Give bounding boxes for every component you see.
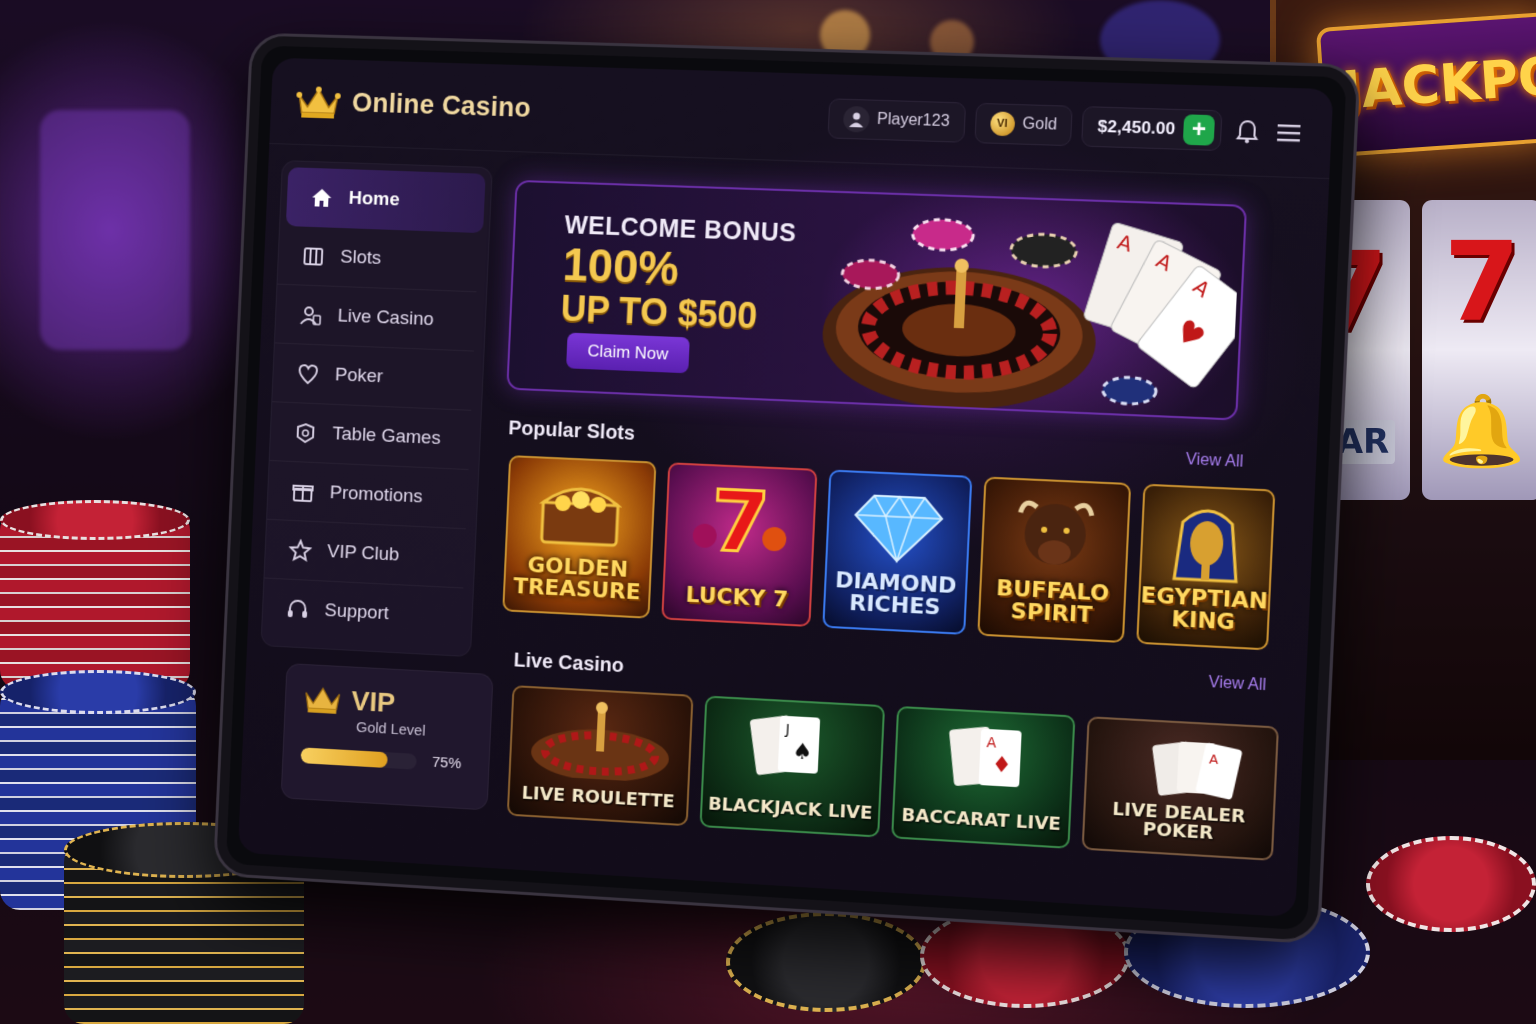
sidebar-item-promotions[interactable]: Promotions [267, 460, 469, 530]
pharaoh-icon [1164, 497, 1250, 586]
top-header: Online Casino Player123 VI Gold $2,450.0… [269, 57, 1334, 180]
cards-icon: A [1151, 741, 1243, 801]
svg-text:A: A [986, 735, 997, 752]
tier-badge[interactable]: VI Gold [973, 102, 1074, 146]
svg-text:A: A [1209, 752, 1219, 768]
sidebar-item-label: VIP Club [326, 540, 400, 566]
seven-icon: 7 [692, 477, 786, 562]
welcome-bonus-banner[interactable]: WELCOME BONUS 100% UP TO $500 Claim Now [506, 179, 1248, 421]
slot-tile-egyptian-king[interactable]: EGYPTIAN KING [1136, 483, 1276, 651]
sidebar-item-slots[interactable]: Slots [277, 225, 480, 293]
sidebar-item-label: Poker [334, 364, 384, 387]
reel-seven: 7 [1443, 217, 1521, 346]
buffalo-icon [1008, 492, 1103, 567]
slot-tile-buffalo-spirit[interactable]: BUFFALO SPIRIT [977, 476, 1132, 644]
table-games-icon [293, 420, 317, 445]
sidebar-item-live-casino[interactable]: Live Casino [274, 284, 477, 352]
add-funds-button[interactable]: + [1182, 113, 1216, 146]
balance-display: $2,450.00 + [1081, 105, 1223, 151]
sidebar-item-label: Promotions [329, 481, 424, 507]
sidebar-item-label: Home [348, 187, 401, 211]
user-profile-button[interactable]: Player123 [826, 97, 966, 143]
live-tile-live-dealer-poker[interactable]: A LIVE DEALER POKER [1081, 716, 1280, 861]
sidebar-item-table-games[interactable]: Table Games [269, 402, 472, 471]
slot-tile-golden-treasure[interactable]: GOLDEN TREASURE [502, 455, 657, 619]
slot-tile-title: EGYPTIAN KING [1140, 583, 1269, 636]
slots-icon [301, 244, 325, 268]
chip-black [726, 912, 926, 1012]
star-icon [288, 538, 312, 563]
poker-icon [296, 361, 320, 386]
sidebar-nav: Home Slots Live Casino Poker Table Games… [260, 160, 493, 658]
slot-tile-title: LUCKY 7 [684, 582, 789, 613]
popular-slots-view-all-link[interactable]: View All [1185, 451, 1243, 472]
vip-title: VIP [350, 685, 396, 719]
live-tile-title: BACCARAT LIVE [901, 804, 1062, 836]
crown-icon [303, 684, 343, 714]
sidebar-item-home[interactable]: Home [285, 167, 486, 234]
live-tile-title: BLACKJACK LIVE [707, 793, 873, 825]
svg-text:7: 7 [709, 477, 772, 562]
sidebar-item-label: Table Games [331, 423, 442, 449]
username: Player123 [876, 110, 951, 130]
slot-reel: 7 🔔 [1422, 200, 1536, 500]
cards-icon: J ♠ [750, 715, 821, 776]
sidebar-item-support[interactable]: Support [262, 578, 463, 647]
live-casino-title: Live Casino [513, 649, 625, 678]
slot-tile-title: GOLDEN TREASURE [512, 553, 642, 606]
slot-tile-title: BUFFALO SPIRIT [995, 575, 1110, 629]
tier-badge-label: Gold [1022, 114, 1058, 134]
roulette-icon [525, 701, 676, 784]
home-icon [311, 188, 332, 207]
live-tile-blackjack-live[interactable]: J ♠ BLACKJACK LIVE [699, 695, 886, 838]
crown-icon [295, 84, 341, 119]
sidebar-item-label: Support [324, 600, 390, 625]
menu-icon[interactable] [1273, 117, 1306, 149]
jackpot-sign-text: JACKPO [1340, 46, 1536, 122]
svg-text:♠: ♠ [792, 739, 813, 765]
tablet-device: Online Casino Player123 VI Gold $2,450.0… [212, 32, 1361, 945]
bell-icon: 🔔 [1438, 390, 1526, 473]
casino-app-screen: Online Casino Player123 VI Gold $2,450.0… [237, 57, 1334, 918]
chip-red [1366, 836, 1536, 932]
sidebar-item-poker[interactable]: Poker [272, 343, 474, 411]
live-casino-icon [299, 303, 323, 327]
gift-icon [291, 479, 315, 504]
slot-tile-lucky-7[interactable]: 7 LUCKY 7 [661, 462, 818, 628]
svg-text:J: J [784, 722, 790, 738]
vip-progress-fill [300, 746, 388, 768]
roulette-cards-illustration: A A A ♥ [819, 202, 1241, 415]
treasure-chest-icon [532, 472, 630, 550]
gold-coin-icon: VI [989, 110, 1015, 136]
svg-text:♦: ♦ [991, 752, 1012, 779]
vip-status-card[interactable]: VIP Gold Level 75% [280, 663, 494, 811]
live-tile-live-roulette[interactable]: LIVE ROULETTE [506, 685, 694, 827]
diamond-icon [851, 491, 945, 566]
brand[interactable]: Online Casino [295, 84, 531, 125]
claim-now-button[interactable]: Claim Now [566, 332, 690, 374]
headset-icon [286, 597, 310, 618]
bell-icon[interactable] [1231, 115, 1263, 147]
banner-amount: UP TO $500 [559, 287, 759, 337]
slot-tile-title: DIAMOND RICHES [834, 568, 958, 621]
slot-tile-diamond-riches[interactable]: DIAMOND RICHES [822, 469, 973, 635]
sidebar-item-label: Live Casino [337, 305, 435, 330]
popular-slots-title: Popular Slots [507, 417, 636, 445]
cards-icon: A ♦ [948, 726, 1022, 788]
live-casino-view-all-link[interactable]: View All [1208, 674, 1266, 695]
balance-amount: $2,450.00 [1097, 116, 1176, 138]
sidebar-item-vip-club[interactable]: VIP Club [264, 519, 466, 589]
vip-progress-text: 75% [431, 753, 462, 773]
live-tile-title: LIVE ROULETTE [521, 782, 676, 813]
user-icon [842, 105, 870, 133]
header-actions: Player123 VI Gold $2,450.00 + [826, 97, 1306, 153]
background-slot-glow [40, 110, 190, 350]
brand-name: Online Casino [351, 87, 532, 123]
vip-progress-bar [300, 746, 417, 770]
live-tile-baccarat-live[interactable]: A ♦ BACCARAT LIVE [891, 705, 1076, 849]
sidebar-item-label: Slots [339, 246, 382, 269]
